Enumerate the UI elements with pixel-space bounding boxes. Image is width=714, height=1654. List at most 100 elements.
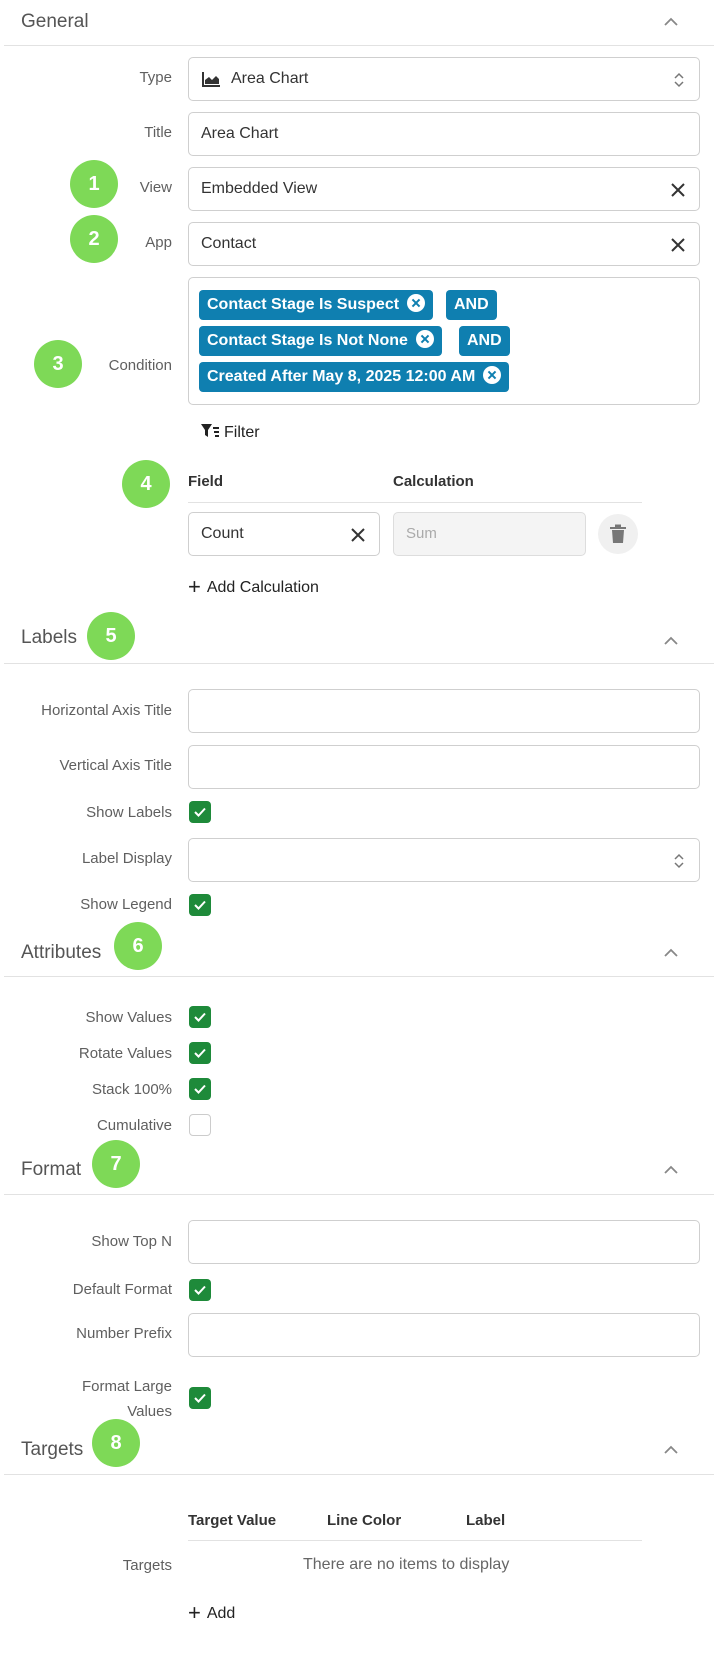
calculation-placeholder: Sum (406, 525, 437, 542)
step-badge-6: 6 (114, 922, 162, 970)
condition-box[interactable]: Contact Stage Is Suspect AND Contact Sta… (188, 277, 700, 405)
select-arrows-icon (674, 72, 684, 88)
title-label: Title (144, 124, 172, 141)
condition-tag[interactable]: Contact Stage Is Suspect (199, 290, 434, 320)
show-values-checkbox[interactable] (189, 1006, 211, 1028)
checkmark-icon (194, 900, 206, 910)
number-prefix-label: Number Prefix (76, 1325, 172, 1342)
stack-100-label: Stack 100% (91, 1081, 172, 1098)
format-large-values-label: Format Large Values (81, 1378, 172, 1420)
default-format-checkbox[interactable] (189, 1279, 211, 1301)
section-title-general: General (21, 11, 89, 32)
field-column-header: Field (188, 473, 224, 490)
app-input[interactable]: Contact (188, 222, 700, 266)
delete-calculation-button[interactable] (598, 514, 638, 554)
condition-label: Condition (108, 357, 172, 374)
show-top-n-label: Show Top N (91, 1233, 172, 1250)
vertical-axis-title-input[interactable] (188, 745, 700, 789)
step-badge-2: 2 (70, 215, 118, 263)
chevron-up-icon[interactable] (660, 630, 682, 652)
app-label: App (145, 234, 172, 251)
vertical-axis-title-label: Vertical Axis Title (59, 757, 172, 774)
and-operator[interactable]: AND (459, 326, 510, 356)
close-icon[interactable] (349, 526, 367, 544)
show-legend-checkbox[interactable] (189, 894, 211, 916)
calculation-input[interactable]: Sum (393, 512, 586, 556)
add-calculation-button[interactable]: + Add Calculation (188, 574, 319, 600)
type-value: Area Chart (231, 70, 309, 87)
line-color-column-header: Line Color (327, 1512, 402, 1529)
table-divider (188, 1540, 642, 1541)
remove-tag-icon[interactable] (415, 330, 434, 348)
section-divider (4, 45, 714, 46)
label-display-label: Label Display (81, 850, 172, 867)
trash-icon (610, 524, 626, 543)
step-badge-7: 7 (92, 1140, 140, 1188)
default-format-label: Default Format (72, 1281, 172, 1298)
show-legend-label: Show Legend (80, 896, 172, 913)
show-top-n-input[interactable] (188, 1220, 700, 1264)
view-input[interactable]: Embedded View (188, 167, 700, 211)
format-large-values-checkbox[interactable] (189, 1387, 211, 1409)
step-badge-8: 8 (92, 1419, 140, 1467)
section-title-format: Format (21, 1159, 82, 1180)
show-labels-checkbox[interactable] (189, 801, 211, 823)
chevron-up-icon[interactable] (660, 1439, 682, 1461)
show-labels-label: Show Labels (86, 804, 172, 821)
targets-label: Targets (122, 1557, 172, 1574)
section-title-attributes: Attributes (21, 942, 102, 963)
condition-tag[interactable]: Contact Stage Is Not None (199, 326, 442, 356)
horizontal-axis-title-input[interactable] (188, 689, 700, 733)
checkmark-icon (194, 1048, 206, 1058)
view-label: View (139, 179, 172, 196)
section-divider (4, 663, 714, 664)
horizontal-axis-title-label: Horizontal Axis Title (41, 702, 172, 719)
step-badge-5: 5 (87, 612, 135, 660)
chevron-up-icon[interactable] (660, 1159, 682, 1181)
rotate-values-label: Rotate Values (78, 1045, 172, 1062)
step-badge-4: 4 (122, 460, 170, 508)
empty-message: There are no items to display (303, 1556, 510, 1573)
filter-button[interactable]: Filter (200, 423, 260, 442)
area-chart-icon (202, 72, 220, 87)
app-value: Contact (201, 235, 257, 252)
checkmark-icon (194, 1393, 206, 1403)
section-title-labels: Labels (21, 627, 77, 648)
checkmark-icon (194, 1084, 206, 1094)
show-values-label: Show Values (85, 1009, 172, 1026)
cumulative-label: Cumulative (96, 1117, 172, 1134)
label-column-header: Label (466, 1512, 506, 1529)
table-divider (188, 502, 642, 503)
chevron-up-icon[interactable] (660, 942, 682, 964)
remove-tag-icon[interactable] (483, 366, 502, 384)
section-divider (4, 1474, 714, 1475)
field-input[interactable]: Count (188, 512, 380, 556)
view-value: Embedded View (201, 180, 318, 197)
stack-100-checkbox[interactable] (189, 1078, 211, 1100)
field-value: Count (201, 525, 244, 542)
and-operator[interactable]: AND (446, 290, 497, 320)
type-label: Type (139, 69, 172, 86)
chevron-up-icon[interactable] (660, 11, 682, 33)
checkmark-icon (194, 1285, 206, 1295)
rotate-values-checkbox[interactable] (189, 1042, 211, 1064)
remove-tag-icon[interactable] (407, 294, 426, 312)
section-title-targets: Targets (21, 1439, 84, 1460)
checkmark-icon (194, 1012, 206, 1022)
calculation-column-header: Calculation (393, 473, 474, 490)
type-select[interactable]: Area Chart (188, 57, 700, 101)
select-arrows-icon (674, 853, 684, 869)
close-icon[interactable] (669, 181, 687, 199)
number-prefix-input[interactable] (188, 1313, 700, 1357)
section-divider (4, 1194, 714, 1195)
cumulative-checkbox[interactable] (189, 1114, 211, 1136)
title-input[interactable]: Area Chart (188, 112, 700, 156)
section-divider (4, 976, 714, 977)
close-icon[interactable] (669, 236, 687, 254)
add-target-button[interactable]: + Add (188, 1600, 235, 1626)
checkmark-icon (194, 807, 206, 817)
step-badge-1: 1 (70, 160, 118, 208)
condition-tag[interactable]: Created After May 8, 2025 12:00 AM (199, 362, 510, 392)
label-display-select[interactable] (188, 838, 700, 882)
target-value-column-header: Target Value (188, 1512, 277, 1529)
